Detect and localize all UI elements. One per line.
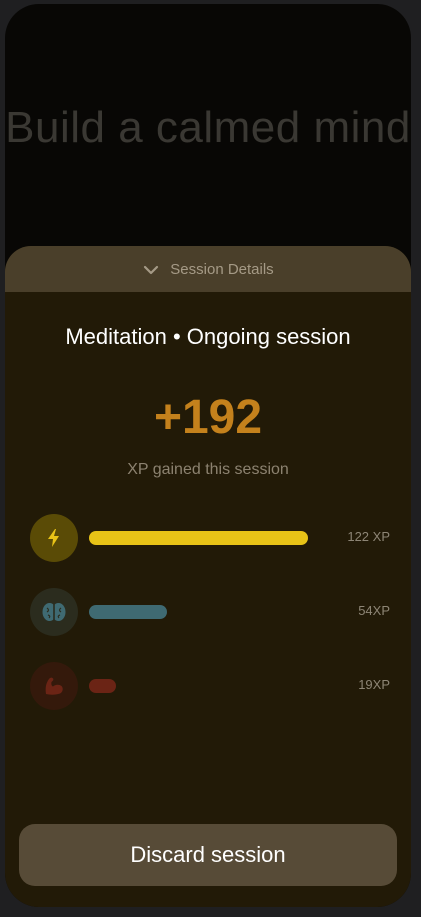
sheet-header-label: Session Details [170,260,274,278]
discard-session-button[interactable]: Discard session [19,824,397,886]
stat-bar-body [89,679,116,693]
brain-icon [30,588,78,636]
stat-bar-energy [89,531,308,545]
chevron-down-icon [142,263,160,275]
phone-screen: Build a calmed mind Session Details Medi… [5,4,411,907]
stat-value-mind: 54XP [358,603,390,618]
background-title: Build a calmed mind [5,103,411,152]
xp-total: +192 [153,391,263,444]
stat-value-energy: 122 XP [347,529,390,544]
muscle-icon [30,662,78,710]
stat-bar-mind [89,605,167,619]
session-details-sheet: Session Details Meditation • Ongoing ses… [5,246,411,907]
stat-row-mind: 54XP [30,588,390,636]
session-title: Meditation • Ongoing session [65,324,351,349]
lightning-icon [30,514,78,562]
xp-caption: XP gained this session [127,461,289,478]
stat-row-body: 19XP [30,662,390,710]
stat-row-energy: 122 XP [30,514,390,562]
stat-value-body: 19XP [358,677,390,692]
sheet-header-toggle[interactable]: Session Details [5,246,411,292]
